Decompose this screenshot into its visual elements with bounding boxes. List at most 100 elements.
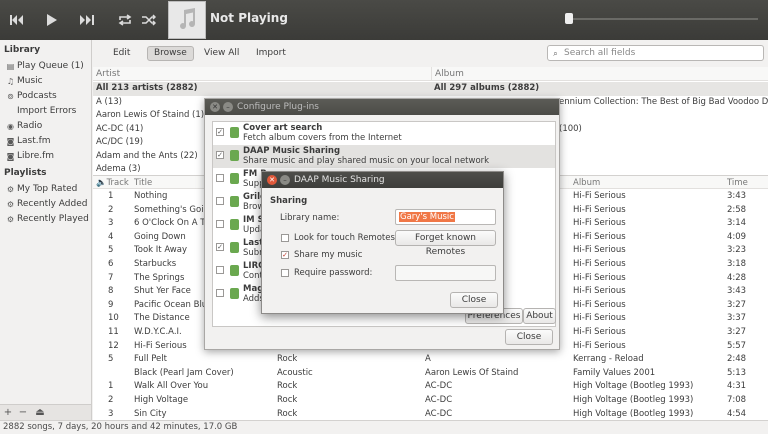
title-cell: Nothing [134, 191, 168, 201]
album-cell: High Voltage (Bootleg 1993) [573, 395, 694, 405]
time-cell: 7:08 [727, 395, 747, 405]
sidebar-item-recently-added[interactable]: ⚙ Recently Added [6, 199, 88, 209]
title-cell: Something's Goin [134, 204, 209, 215]
seek-bar[interactable] [572, 18, 758, 20]
previous-button[interactable] [0, 0, 34, 40]
tab-view-all[interactable]: View All [198, 46, 245, 61]
album-cell: Hi-Fi Serious [573, 245, 626, 256]
genre-cell: Rock [277, 395, 298, 405]
close-icon[interactable]: ✕ [210, 102, 220, 112]
title-cell: Pacific Ocean Blu [134, 299, 208, 310]
album-cell: Hi-Fi Serious [573, 204, 626, 215]
sidebar-item-play-queue[interactable]: ▤ Play Queue (1) [6, 61, 84, 71]
table-row[interactable]: 1 Walk All Over You Rock AC-DC High Voltage … [93, 380, 768, 394]
plugin-item[interactable]: ✓ DAAP Music Sharing Share music and play … [213, 145, 555, 168]
player-toolbar [0, 0, 768, 40]
eject-button[interactable]: ⏏ [33, 406, 47, 419]
time-cell: 3:18 [727, 259, 747, 269]
album-cell: Hi-Fi Serious [573, 340, 626, 351]
plugin-checkbox[interactable] [216, 220, 224, 228]
genre-cell: Rock [277, 354, 298, 365]
time-column-header[interactable]: Time [727, 178, 748, 188]
album-row[interactable]: All 297 albums (2882) [431, 82, 768, 96]
artist-cell: AC-DC [425, 395, 453, 405]
plugin-description: Share music and play shared music on you… [243, 156, 490, 166]
plugin-checkbox[interactable]: ✓ [216, 243, 224, 251]
sidebar-item-radio[interactable]: ◉ Radio [6, 121, 42, 131]
plugin-checkbox[interactable] [216, 197, 224, 205]
minimize-icon[interactable]: – [280, 175, 290, 185]
table-row[interactable]: 5 Full Pelt Rock A Kerrang - Reload 2:48 [93, 353, 768, 367]
look-remotes-checkbox[interactable] [281, 234, 289, 242]
plugin-item[interactable]: ✓ Cover art search Fetch album covers from… [213, 122, 555, 145]
close-icon[interactable]: ✕ [267, 175, 277, 185]
podcast-icon: ⊚ [7, 91, 14, 101]
sidebar-item-music[interactable]: ♫ Music [6, 76, 43, 86]
plugin-icon [230, 242, 239, 253]
artist-row[interactable]: All 213 artists (2882) [93, 82, 431, 96]
title-column-header[interactable]: Title [134, 178, 152, 188]
artist-cell: A [425, 354, 431, 365]
shuffle-button[interactable] [132, 0, 166, 40]
library-name-value: Gary's Music [399, 212, 455, 222]
title-cell: W.D.Y.C.A.I. [134, 327, 182, 337]
track-column-header[interactable]: 🔈Track [96, 178, 129, 188]
tab-edit[interactable]: Edit [107, 46, 136, 61]
plugin-description: Fetch album covers from the Internet [243, 133, 402, 143]
tab-import[interactable]: Import [250, 46, 292, 61]
album-column-header[interactable]: Album [431, 67, 768, 81]
title-cell: Walk All Over You [134, 381, 209, 392]
plugin-description: Cont [243, 271, 263, 281]
track-number-cell: 11 [108, 327, 119, 337]
library-name-field[interactable]: Gary's Music [395, 209, 496, 225]
plugin-checkbox[interactable] [216, 266, 224, 274]
plugins-close-button[interactable]: Close [505, 329, 553, 345]
minimize-icon[interactable]: – [223, 102, 233, 112]
sidebar: Library ▤ Play Queue (1) ♫ Music ⊚ Podcasts… [0, 40, 92, 404]
plugins-dialog-titlebar: ✕ – Configure Plug-ins [205, 99, 559, 115]
password-field[interactable] [395, 265, 496, 281]
remove-playlist-button[interactable]: − [16, 406, 30, 419]
track-number-cell: 9 [108, 299, 114, 310]
sidebar-item-podcasts[interactable]: ⊚ Podcasts [6, 91, 57, 101]
tab-browse[interactable]: Browse [147, 46, 194, 61]
seek-handle[interactable] [565, 13, 573, 24]
table-row[interactable]: Black (Pearl Jam Cover) Acoustic Aaron Lew… [93, 367, 768, 381]
table-row[interactable]: 2 High Voltage Rock AC-DC High Voltage (Boot… [93, 394, 768, 408]
track-number-cell: 1 [108, 381, 114, 392]
gear-icon: ⚙ [6, 184, 15, 194]
track-number-cell: 4 [108, 231, 114, 242]
daap-close-button[interactable]: Close [450, 292, 498, 308]
time-cell: 3:43 [727, 191, 747, 201]
plugin-checkbox[interactable] [216, 289, 224, 297]
share-music-checkbox[interactable]: ✓ [281, 251, 289, 259]
sidebar-item-lastfm[interactable]: ◙ Last.fm [6, 136, 51, 146]
add-playlist-button[interactable]: + [1, 406, 15, 419]
title-cell: Black (Pearl Jam Cover) [134, 367, 234, 378]
search-input[interactable]: ⌕ Search all fields [547, 45, 764, 61]
track-number-cell: 5 [108, 354, 114, 365]
title-cell: The Distance [134, 313, 190, 324]
genre-cell: Rock [277, 381, 298, 392]
require-password-checkbox[interactable] [281, 269, 289, 277]
time-cell: 4:31 [727, 381, 747, 392]
title-cell: 6 O'Clock On A Tu [134, 218, 210, 229]
plugin-checkbox[interactable]: ✓ [216, 151, 224, 159]
artist-column-header[interactable]: Artist [93, 67, 431, 81]
time-cell: 2:58 [727, 204, 747, 215]
track-number-cell: 3 [108, 218, 114, 229]
play-button[interactable] [35, 0, 69, 40]
plugin-checkbox[interactable] [216, 174, 224, 182]
album-column-header[interactable]: Album [573, 178, 600, 188]
forget-remotes-button[interactable]: Forget known Remotes [395, 230, 496, 257]
sidebar-item-my-top-rated[interactable]: ⚙ My Top Rated [6, 184, 77, 194]
about-button[interactable]: About [523, 308, 556, 324]
sidebar-item-import-errors[interactable]: Import Errors [6, 106, 76, 116]
sidebar-item-librefm[interactable]: ◙ Libre.fm [6, 151, 54, 161]
album-cell: Kerrang - Reload [573, 354, 644, 365]
next-button[interactable] [70, 0, 104, 40]
sidebar-item-recently-played[interactable]: ⚙ Recently Played [6, 214, 89, 224]
plugin-checkbox[interactable]: ✓ [216, 128, 224, 136]
track-number-cell: 1 [108, 191, 114, 201]
daap-dialog-titlebar: ✕ – DAAP Music Sharing [262, 172, 503, 188]
